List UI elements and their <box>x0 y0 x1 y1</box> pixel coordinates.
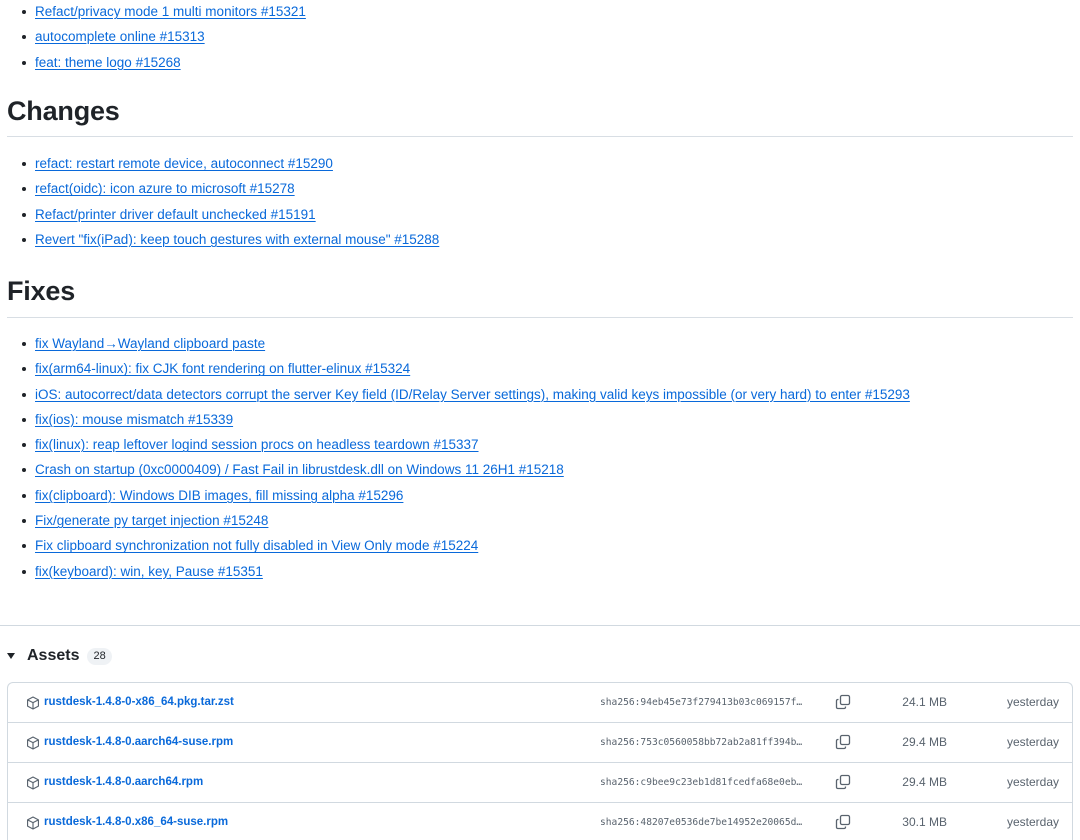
assets-count-badge: 28 <box>87 647 112 665</box>
pr-link[interactable]: Revert "fix(iPad): keep touch gestures w… <box>35 232 439 247</box>
list-item: fix(ios): mouse mismatch #15339 <box>22 407 910 432</box>
list-item: iOS: autocorrect/data detectors corrupt … <box>22 382 910 407</box>
asset-sha: sha256:94eb45e73f279413b03c069157f… <box>600 697 803 708</box>
section-divider <box>0 625 1080 626</box>
package-icon <box>27 776 39 790</box>
list-item: fix(arm64-linux): fix CJK font rendering… <box>22 356 910 381</box>
copy-icon[interactable] <box>835 734 851 750</box>
changes-list: refact: restart remote device, autoconne… <box>0 151 439 252</box>
asset-download-link[interactable]: rustdesk-1.4.8-0.x86_64-suse.rpm <box>44 814 228 830</box>
pr-link[interactable]: autocomplete online #15313 <box>35 29 205 44</box>
asset-size: 30.1 MB <box>902 815 947 829</box>
heading-rule <box>7 317 1073 318</box>
asset-date: yesterday <box>1006 695 1059 709</box>
list-item: fix(linux): reap leftover logind session… <box>22 432 910 457</box>
pr-link[interactable]: refact(oidc): icon azure to microsoft #1… <box>35 181 295 196</box>
list-item: fix(clipboard): Windows DIB images, fill… <box>22 483 910 508</box>
list-item: Fix/generate py target injection #15248 <box>22 508 910 533</box>
package-icon <box>27 816 39 830</box>
list-item: Refact/printer driver default unchecked … <box>21 202 439 227</box>
assets-toggle[interactable]: Assets 28 <box>7 645 112 667</box>
pr-link[interactable]: Refact/printer driver default unchecked … <box>35 207 316 222</box>
pr-link[interactable]: fix(linux): reap leftover logind session… <box>35 437 479 452</box>
list-item: fix Wayland→Wayland clipboard paste <box>22 331 910 356</box>
asset-size: 24.1 MB <box>902 695 947 709</box>
asset-download-link[interactable]: rustdesk-1.4.8-0-x86_64.pkg.tar.zst <box>44 694 234 710</box>
list-item: refact(oidc): icon azure to microsoft #1… <box>21 176 439 201</box>
fixes-list: fix Wayland→Wayland clipboard paste fix(… <box>0 331 910 584</box>
asset-date: yesterday <box>1006 775 1059 789</box>
release-notes-page: Refact/privacy mode 1 multi monitors #15… <box>0 0 1080 840</box>
pr-link[interactable]: fix(keyboard): win, key, Pause #15351 <box>35 564 263 579</box>
copy-icon[interactable] <box>835 694 851 710</box>
pr-link[interactable]: Fix clipboard synchronization not fully … <box>35 538 478 553</box>
heading-rule <box>7 136 1073 137</box>
asset-download-link[interactable]: rustdesk-1.4.8-0.aarch64-suse.rpm <box>44 734 233 750</box>
pr-link[interactable]: fix Wayland→Wayland clipboard paste <box>35 336 265 351</box>
pr-link[interactable]: fix(clipboard): Windows DIB images, fill… <box>35 488 403 503</box>
asset-date: yesterday <box>1006 735 1059 749</box>
asset-row: rustdesk-1.4.8-0.aarch64.rpm sha256:c9be… <box>8 763 1072 803</box>
asset-sha: sha256:c9bee9c23eb1d81fcedfa68e0eb… <box>600 777 803 788</box>
package-icon <box>27 736 39 750</box>
asset-row: rustdesk-1.4.8-0.x86_64-suse.rpm sha256:… <box>8 803 1072 840</box>
list-item: fix(keyboard): win, key, Pause #15351 <box>22 559 910 584</box>
asset-sha: sha256:48207e0536de7be14952e20065d… <box>600 817 803 828</box>
changes-heading: Changes <box>7 96 120 126</box>
pr-link[interactable]: Refact/privacy mode 1 multi monitors #15… <box>35 4 306 19</box>
asset-size: 29.4 MB <box>902 775 947 789</box>
list-item: Crash on startup (0xc0000409) / Fast Fai… <box>22 457 910 482</box>
pr-link[interactable]: fix(arm64-linux): fix CJK font rendering… <box>35 361 410 376</box>
pr-link[interactable]: feat: theme logo #15268 <box>35 55 181 70</box>
pr-link[interactable]: Crash on startup (0xc0000409) / Fast Fai… <box>35 462 564 477</box>
copy-icon[interactable] <box>835 814 851 830</box>
list-item: Fix clipboard synchronization not fully … <box>22 533 910 558</box>
list-item: feat: theme logo #15268 <box>22 50 306 75</box>
asset-size: 29.4 MB <box>902 735 947 749</box>
list-item: Revert "fix(iPad): keep touch gestures w… <box>21 227 439 252</box>
pr-link[interactable]: fix(ios): mouse mismatch #15339 <box>35 412 233 427</box>
copy-icon[interactable] <box>835 774 851 790</box>
list-item: autocomplete online #15313 <box>22 24 306 49</box>
pr-link[interactable]: Fix/generate py target injection #15248 <box>35 513 268 528</box>
pr-link[interactable]: iOS: autocorrect/data detectors corrupt … <box>35 387 910 402</box>
assets-list: rustdesk-1.4.8-0-x86_64.pkg.tar.zst sha2… <box>7 682 1073 840</box>
package-icon <box>27 696 39 710</box>
list-item: Refact/privacy mode 1 multi monitors #15… <box>22 0 306 24</box>
pr-link[interactable]: refact: restart remote device, autoconne… <box>35 156 333 171</box>
asset-date: yesterday <box>1006 815 1059 829</box>
assets-label: Assets <box>27 647 80 664</box>
asset-row: rustdesk-1.4.8-0-x86_64.pkg.tar.zst sha2… <box>8 683 1072 723</box>
new-features-list: Refact/privacy mode 1 multi monitors #15… <box>0 0 306 75</box>
list-item: refact: restart remote device, autoconne… <box>21 151 439 176</box>
asset-row: rustdesk-1.4.8-0.aarch64-suse.rpm sha256… <box>8 723 1072 763</box>
asset-download-link[interactable]: rustdesk-1.4.8-0.aarch64.rpm <box>44 774 203 790</box>
asset-sha: sha256:753c0560058bb72ab2a81ff394b… <box>600 737 803 748</box>
triangle-down-icon <box>7 653 15 659</box>
fixes-heading: Fixes <box>7 276 76 306</box>
